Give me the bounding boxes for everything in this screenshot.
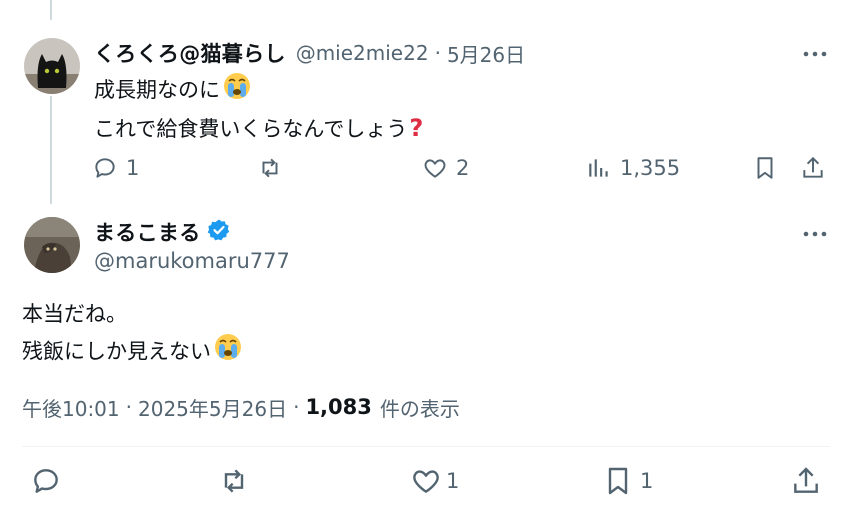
previous-post-actions-cut: [0, 0, 858, 6]
reply-icon: [95, 158, 115, 178]
share-button[interactable]: [790, 465, 822, 497]
bookmark-count: 1: [640, 469, 654, 493]
author-name-row: まるこまる: [94, 217, 231, 247]
reply-header: くろくろ@猫暮らし @mie2mie22 · 5月26日: [94, 38, 525, 68]
post-date[interactable]: 5月26日: [447, 39, 525, 68]
reply-icon: [34, 469, 58, 493]
like-button[interactable]: 2: [422, 152, 469, 184]
post-text: 本当だね。 残飯にしか見えない: [22, 296, 243, 373]
repost-button[interactable]: [257, 152, 283, 184]
avatar[interactable]: [24, 217, 80, 273]
post-line-1: 本当だね。: [22, 302, 127, 326]
post-line-2: 残飯にしか見えない: [22, 339, 211, 364]
divider: [22, 446, 830, 447]
crying-face-emoji: [222, 71, 252, 111]
handle[interactable]: @marukomaru777: [94, 249, 290, 273]
share-button[interactable]: [800, 152, 826, 184]
views-icon: [589, 159, 608, 177]
share-icon: [803, 156, 823, 178]
post-date[interactable]: 2025年5月26日: [138, 393, 287, 422]
partial-icon: [756, 0, 780, 6]
handle[interactable]: @mie2mie22: [296, 41, 429, 65]
verified-badge-icon: [207, 218, 231, 246]
reply-count: 1: [126, 156, 140, 180]
bookmark-button[interactable]: 1: [602, 465, 653, 497]
views-label: 件の表示: [379, 396, 460, 421]
like-icon: [413, 470, 439, 493]
more-icon[interactable]: [800, 224, 830, 244]
display-name[interactable]: くろくろ@猫暮らし: [94, 38, 286, 68]
views-button[interactable]: 1,355: [586, 152, 680, 184]
partial-icon: [426, 0, 450, 6]
separator: ·: [293, 395, 300, 419]
reply-line-1: 成長期なのに: [94, 78, 220, 102]
like-count: 2: [456, 156, 470, 180]
reply-text: 成長期なのに これで給食費いくらなんでしょう?: [94, 71, 423, 146]
reply-line-2: これで給食費いくらなんでしょう: [94, 117, 408, 141]
share-icon: [794, 467, 818, 493]
partial-icon: [586, 0, 610, 6]
bookmark-button[interactable]: [752, 152, 778, 184]
reply-button[interactable]: [30, 465, 62, 497]
more-icon[interactable]: [800, 44, 830, 64]
like-button[interactable]: 1: [410, 465, 459, 497]
crying-face-emoji: [213, 332, 243, 373]
views-count: 1,083: [305, 395, 372, 419]
repost-icon: [224, 469, 244, 493]
post-time[interactable]: 午後10:01: [22, 393, 120, 422]
question-mark-emoji: ?: [409, 114, 424, 142]
repost-icon: [262, 158, 278, 178]
reply-button[interactable]: 1: [92, 152, 139, 184]
separator: ·: [434, 41, 441, 65]
separator: ·: [125, 395, 132, 419]
thread-line: [50, 96, 52, 204]
author-handle-row: @marukomaru777: [94, 246, 290, 276]
display-name[interactable]: まるこまる: [94, 217, 201, 247]
views-count: 1,355: [620, 156, 681, 180]
bookmark-icon: [757, 157, 773, 179]
post-meta: 午後10:01 · 2025年5月26日 · 1,083 件の表示: [22, 392, 460, 422]
like-count: 1: [446, 469, 460, 493]
bookmark-icon: [608, 467, 628, 495]
avatar[interactable]: [24, 38, 80, 94]
thread-line-top: [50, 0, 52, 20]
like-icon: [424, 159, 446, 178]
repost-button[interactable]: [218, 465, 250, 497]
